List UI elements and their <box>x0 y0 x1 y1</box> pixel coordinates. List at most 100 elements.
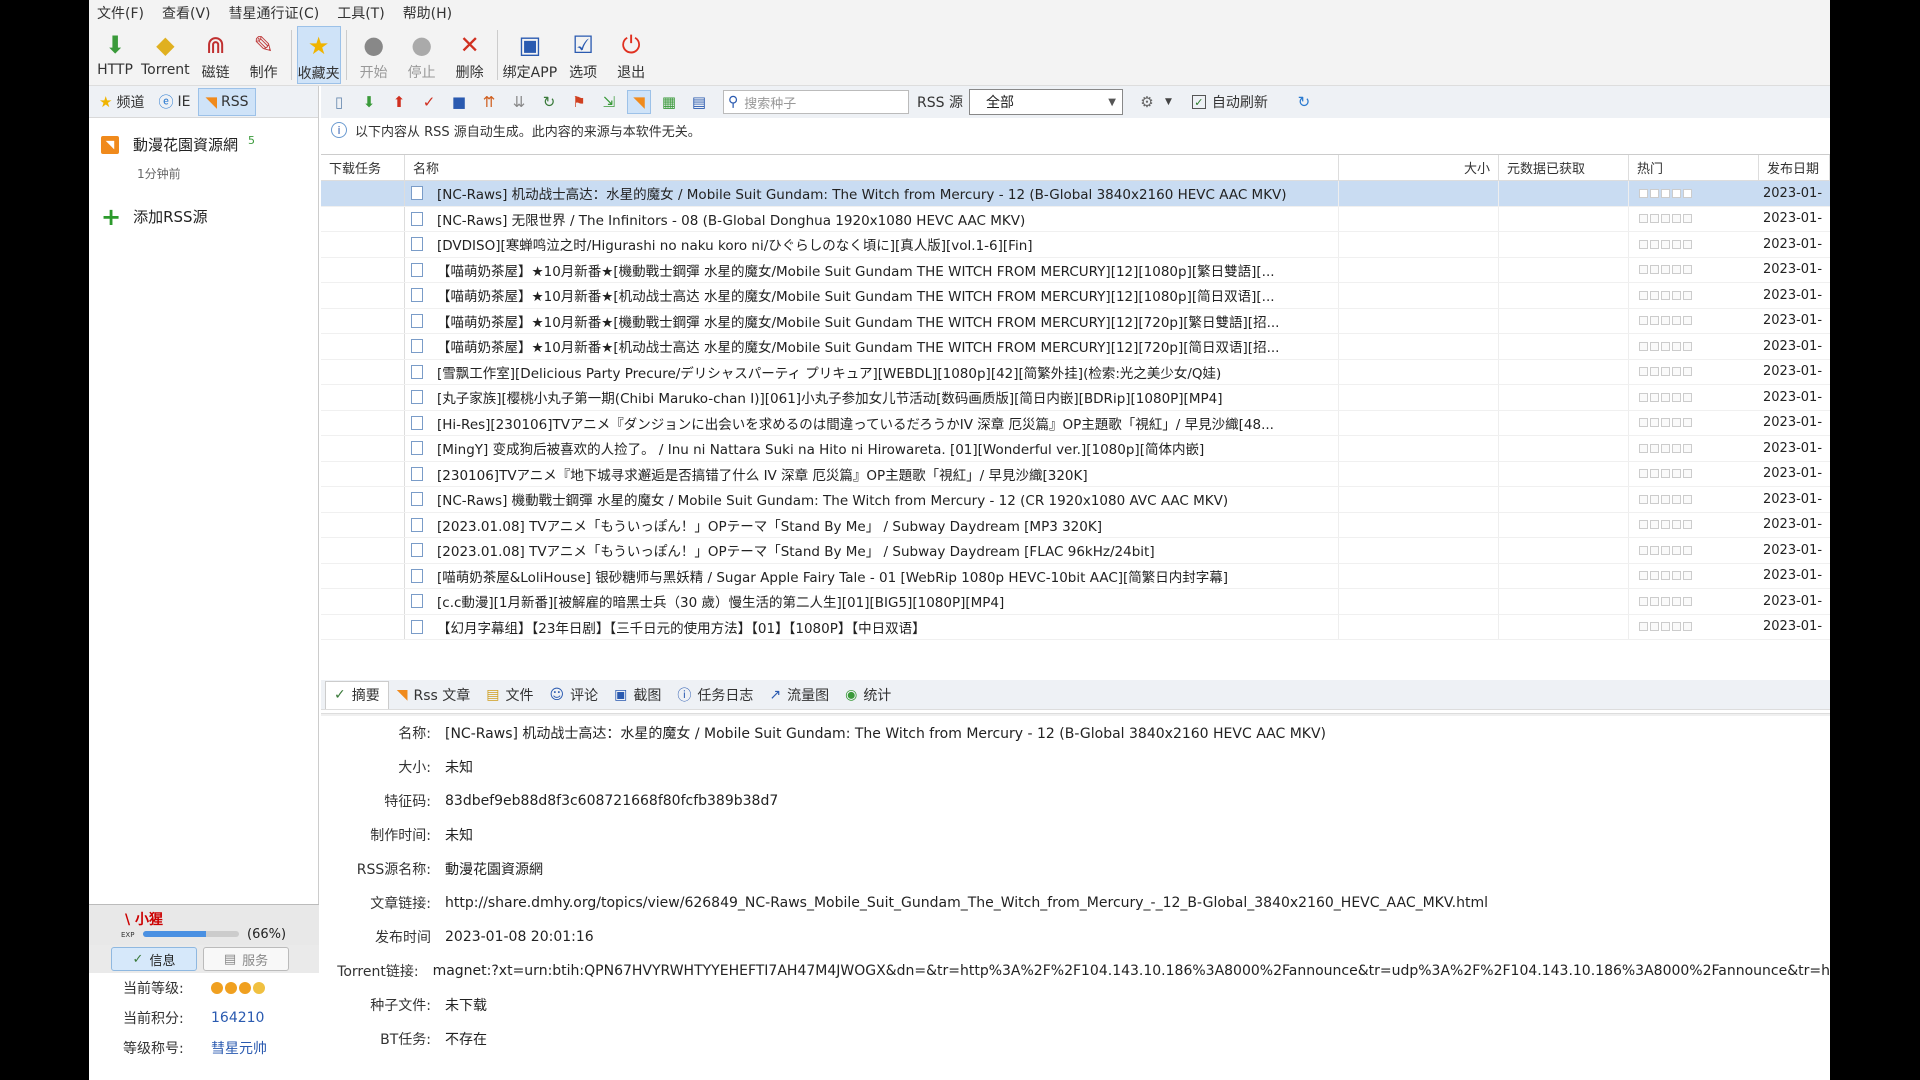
table-row[interactable]: 【喵萌奶茶屋】★10月新番★[機動戰士鋼彈 水星的魔女/Mobile Suit … <box>321 257 1830 283</box>
auto-refresh-checkbox[interactable]: ✓ <box>1191 95 1206 109</box>
tab-rss-article[interactable]: ◥ Rss 文章 <box>389 681 479 709</box>
menu-view[interactable]: 查看(V) <box>162 3 211 23</box>
check-icon[interactable]: ✓ <box>417 90 441 114</box>
table-row[interactable]: [DVDISO][寒蝉鸣泣之时/Higurashi no naku koro n… <box>321 232 1830 258</box>
item-name: [MingY] 变成狗后被喜欢的人捡了。 / Inu ni Nattara Su… <box>437 442 1205 459</box>
col-metadata[interactable]: 元数据已获取 <box>1499 155 1629 180</box>
tab-task-log[interactable]: ⓘ 任务日志 <box>669 681 761 709</box>
start-button[interactable]: ● 开始 <box>352 26 396 84</box>
notice-bar: i 以下内容从 RSS 源自动生成。此内容的来源与本软件无关。 <box>321 118 1830 142</box>
tab-channels[interactable]: ★ 频道 <box>93 88 150 116</box>
name-cell: 【喵萌奶茶屋】★10月新番★[机动战士高达 水星的魔女/Mobile Suit … <box>405 334 1339 359</box>
import-icon[interactable]: ⇲ <box>597 90 621 114</box>
sort-up-icon[interactable]: ⇈ <box>477 90 501 114</box>
folder-icon[interactable]: ■ <box>447 90 471 114</box>
tab-files[interactable]: ▤ 文件 <box>478 681 541 709</box>
sync-icon[interactable]: ↻ <box>1292 90 1316 114</box>
detail-value: 83dbef9eb88d8f3c608721668f80fcfb389b38d7 <box>445 793 779 809</box>
col-size[interactable]: 大小 <box>1339 155 1499 180</box>
rss-view-icon[interactable]: ◥ <box>627 90 651 114</box>
date-cell: 2023-01- <box>1763 185 1823 201</box>
task-cell <box>321 283 405 308</box>
size-cell <box>1339 512 1499 537</box>
detail-value[interactable]: magnet:?xt=urn:btih:QPN67HVYRWHTYYEHEFTI… <box>433 963 1830 979</box>
tab-screenshots[interactable]: ▣ 截图 <box>606 681 669 709</box>
col-date[interactable]: 发布日期 <box>1759 155 1830 180</box>
info-button[interactable]: ✓ 信息 <box>111 947 197 971</box>
http-button[interactable]: ⬇ HTTP <box>93 26 137 84</box>
refresh-icon[interactable]: ↻ <box>537 90 561 114</box>
tab-comments[interactable]: ☺ 评论 <box>542 681 607 709</box>
dropdown-arrow-icon[interactable]: ▼ <box>1165 97 1172 107</box>
item-name: [230106]TVアニメ『地下城寻求邂逅是否搞错了什么 IV 深章 厄災篇』O… <box>437 467 1088 484</box>
menu-help[interactable]: 帮助(H) <box>403 3 452 23</box>
table-row[interactable]: [230106]TVアニメ『地下城寻求邂逅是否搞错了什么 IV 深章 厄災篇』O… <box>321 461 1830 487</box>
menu-file[interactable]: 文件(F) <box>97 3 144 23</box>
table-row[interactable]: [喵萌奶茶屋&LoliHouse] 银砂糖师与黑妖精 / Sugar Apple… <box>321 563 1830 589</box>
chart-icon: ↗ <box>769 686 782 703</box>
col-name[interactable]: 名称 <box>405 155 1339 180</box>
item-name: [NC-Raws] 机动战士高达：水星的魔女 / Mobile Suit Gun… <box>437 187 1287 204</box>
table-row[interactable]: [NC-Raws] 无限世界 / The Infinitors - 08 (B-… <box>321 206 1830 232</box>
service-button[interactable]: ▤ 服务 <box>203 947 289 971</box>
stop-button[interactable]: ● 停止 <box>400 26 444 84</box>
exit-button[interactable]: ⏻ 退出 <box>609 26 653 84</box>
bind-app-button[interactable]: ▣ 绑定APP <box>503 26 557 84</box>
new-icon[interactable]: ▯ <box>327 90 351 114</box>
table-row[interactable]: [MingY] 变成狗后被喜欢的人捡了。 / Inu ni Nattara Su… <box>321 436 1830 462</box>
download-arrow-icon[interactable]: ⬇ <box>357 90 381 114</box>
page-icon[interactable]: ▤ <box>687 90 711 114</box>
favorites-button[interactable]: ★ 收藏夹 <box>296 26 341 84</box>
table-row[interactable]: [NC-Raws] 机动战士高达：水星的魔女 / Mobile Suit Gun… <box>321 181 1830 207</box>
table-row[interactable]: [2023.01.08] TVアニメ「もういっぽん！」OPテーマ「Stand B… <box>321 538 1830 564</box>
metadata-cell <box>1499 487 1629 512</box>
tab-stats[interactable]: ◉ 统计 <box>837 681 899 709</box>
hot-rating <box>1639 469 1694 479</box>
sort-down-icon[interactable]: ⇊ <box>507 90 531 114</box>
tab-traffic[interactable]: ↗ 流量图 <box>761 681 837 709</box>
gear-icon[interactable]: ⚙ <box>1135 90 1159 114</box>
grid-icon[interactable]: ▦ <box>657 90 681 114</box>
table-row[interactable]: [c.c動漫][1月新番][被解雇的暗黑士兵（30 歲）慢生活的第二人生][01… <box>321 589 1830 615</box>
tab-ie[interactable]: ⓔ IE <box>152 88 196 116</box>
tab-rss[interactable]: ◥ RSS <box>198 87 256 116</box>
torrent-button[interactable]: ◆ Torrent <box>141 26 190 84</box>
tab-summary[interactable]: ✓ 摘要 <box>325 680 389 709</box>
table-row[interactable]: [丸子家族][樱桃小丸子第一期(Chibi Maruko-chan I)][06… <box>321 385 1830 411</box>
table-row[interactable]: 【喵萌奶茶屋】★10月新番★[機動戰士鋼彈 水星的魔女/Mobile Suit … <box>321 308 1830 334</box>
col-task[interactable]: 下载任务 <box>321 155 405 180</box>
rss-source-select[interactable]: 全部 ▼ <box>968 89 1123 115</box>
rss-feed-item[interactable]: ◥ 動漫花園資源網 5 1分钟前 <box>101 134 255 182</box>
table-row[interactable]: [Hi-Res][230106]TVアニメ『ダンジョンに出会いを求めるのは間違っ… <box>321 410 1830 436</box>
detail-row: RSS源名称: 動漫花園資源網 <box>321 852 1830 886</box>
size-cell <box>1339 461 1499 486</box>
file-icon <box>411 594 423 609</box>
metadata-cell <box>1499 232 1629 257</box>
info-icon: ✓ <box>132 951 144 967</box>
detail-value[interactable]: http://share.dmhy.org/topics/view/626849… <box>445 895 1488 911</box>
metadata-cell <box>1499 283 1629 308</box>
hot-cell <box>1629 411 1759 436</box>
table-row[interactable]: 【喵萌奶茶屋】★10月新番★[机动战士高达 水星的魔女/Mobile Suit … <box>321 283 1830 309</box>
table-row[interactable]: 【喵萌奶茶屋】★10月新番★[机动战士高达 水星的魔女/Mobile Suit … <box>321 334 1830 360</box>
delete-button[interactable]: ✕ 删除 <box>448 26 492 84</box>
make-button[interactable]: ✎ 制作 <box>242 26 286 84</box>
search-box[interactable]: ⚲ 搜索种子 <box>723 90 909 114</box>
bookmark-icon[interactable]: ⚑ <box>567 90 591 114</box>
table-row[interactable]: [NC-Raws] 機動戰士鋼彈 水星的魔女 / Mobile Suit Gun… <box>321 487 1830 513</box>
title-value[interactable]: 彗星元帅 <box>211 1038 267 1058</box>
table-row[interactable]: 【幻月字幕组】【23年日剧】【三千日元的使用方法】【01】【1080P】【中日双… <box>321 614 1830 640</box>
magnet-button[interactable]: ⋒ 磁链 <box>194 26 238 84</box>
hot-cell <box>1629 615 1759 640</box>
menu-tools[interactable]: 工具(T) <box>337 3 384 23</box>
name-cell: 【喵萌奶茶屋】★10月新番★[機動戰士鋼彈 水星的魔女/Mobile Suit … <box>405 257 1339 282</box>
table-row[interactable]: [雪飘工作室][Delicious Party Precure/デリシャスパーテ… <box>321 359 1830 385</box>
options-button[interactable]: ☑ 选项 <box>561 26 605 84</box>
add-rss-button[interactable]: + 添加RSS源 <box>101 205 208 229</box>
table-row[interactable]: [2023.01.08] TVアニメ「もういっぽん！」OPテーマ「Stand B… <box>321 512 1830 538</box>
detail-key: 发布时间 <box>375 930 431 946</box>
hot-rating <box>1639 545 1694 555</box>
menu-passport[interactable]: 彗星通行证(C) <box>229 3 320 23</box>
upload-arrow-icon[interactable]: ⬆ <box>387 90 411 114</box>
col-hot[interactable]: 热门 <box>1629 155 1759 180</box>
